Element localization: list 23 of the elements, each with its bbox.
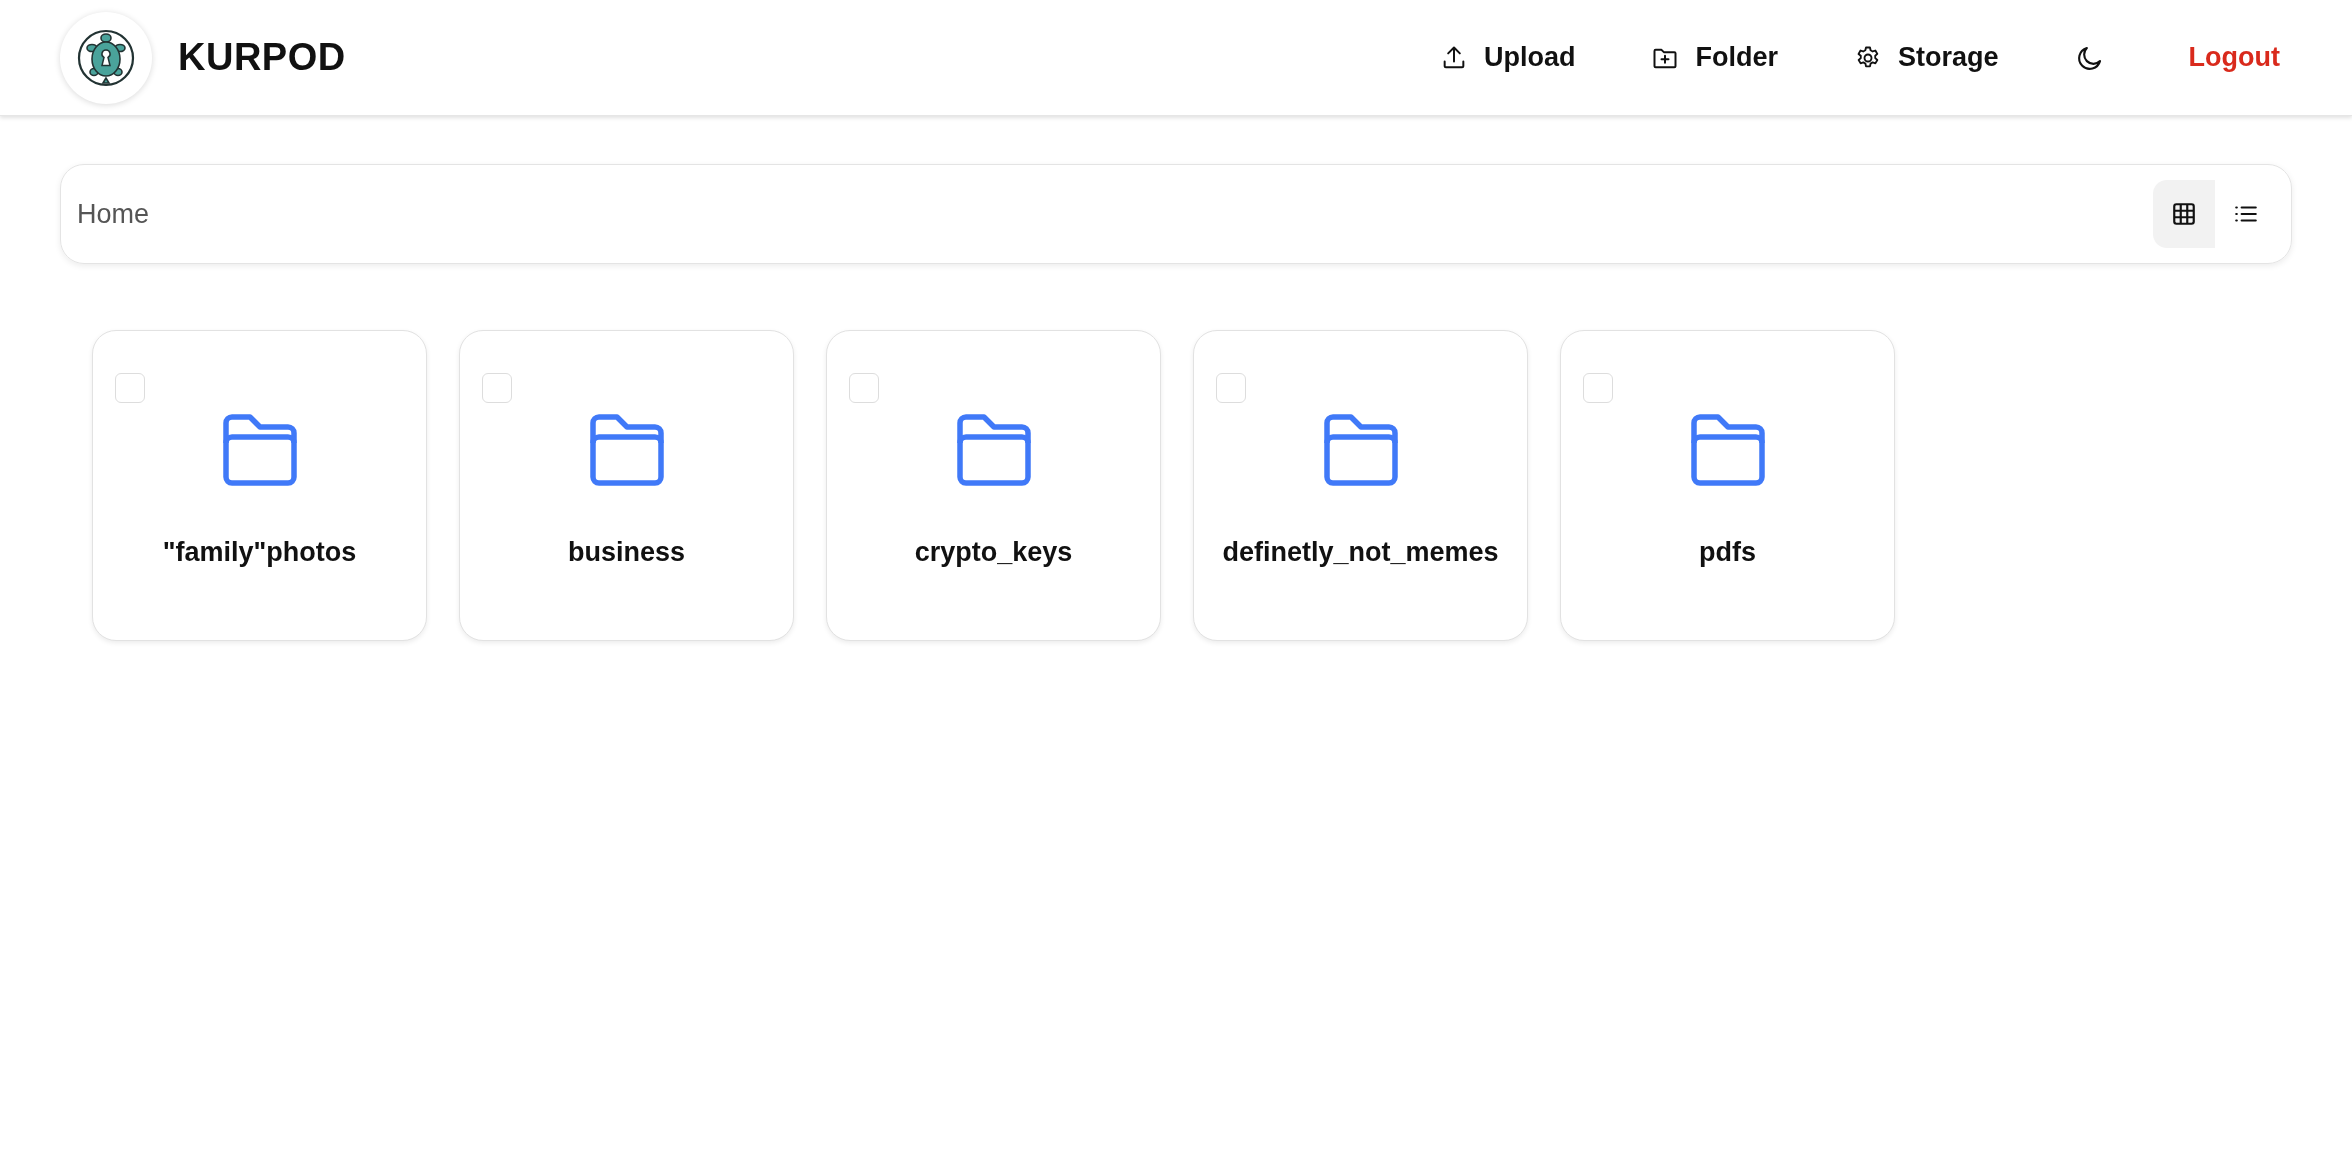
folder-name: crypto_keys	[914, 537, 1073, 568]
brand-name: KURPOD	[178, 36, 346, 79]
folder-card[interactable]: definetly_not_memes	[1193, 330, 1528, 641]
folder-card[interactable]: crypto_keys	[826, 330, 1161, 641]
folder-name: definetly_not_memes	[1222, 537, 1499, 568]
logout-button[interactable]: Logout	[2176, 32, 2292, 83]
select-checkbox[interactable]	[1583, 373, 1613, 403]
grid-icon	[2171, 201, 2197, 227]
folder-card[interactable]: "family"photos	[92, 330, 427, 641]
select-checkbox[interactable]	[482, 373, 512, 403]
select-checkbox[interactable]	[849, 373, 879, 403]
grid-view-button[interactable]	[2153, 180, 2215, 248]
folder-card[interactable]: business	[459, 330, 794, 641]
storage-button[interactable]: Storage	[1842, 32, 2011, 83]
turtle-keyhole-logo	[76, 27, 136, 88]
select-checkbox[interactable]	[115, 373, 145, 403]
folder-name: pdfs	[1699, 537, 1756, 568]
folder-card[interactable]: pdfs	[1560, 330, 1895, 641]
select-checkbox[interactable]	[1216, 373, 1246, 403]
new-folder-button[interactable]: Folder	[1639, 32, 1790, 83]
upload-button[interactable]: Upload	[1428, 32, 1588, 83]
folder-name: business	[567, 537, 685, 568]
folder-name: "family"photos	[162, 537, 357, 568]
